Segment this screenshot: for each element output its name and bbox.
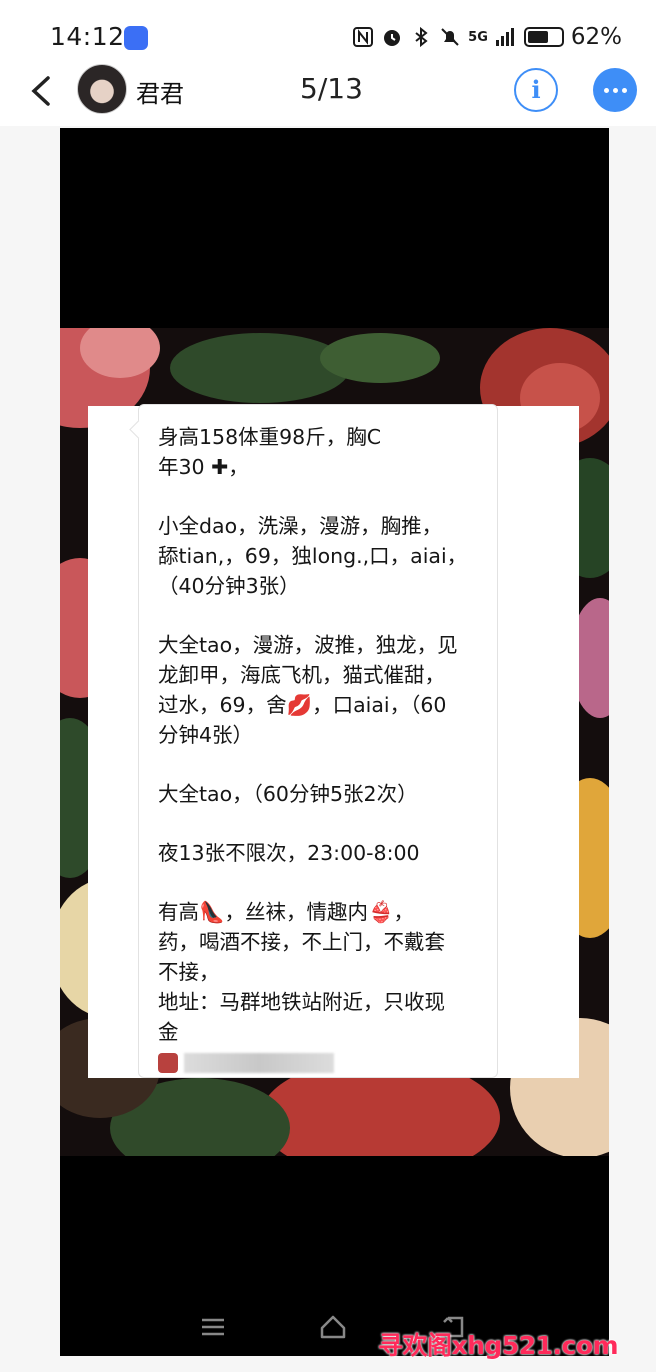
signal-icon — [495, 28, 514, 46]
message-line: 药，喝酒不接，不上门，不戴套 — [158, 930, 445, 954]
message-line: 年30 ✚， — [158, 455, 249, 479]
message-line: 有高👠，丝袜，情趣内👙， — [158, 900, 415, 924]
home-icon[interactable] — [318, 1312, 348, 1342]
screenshot-chat: 身高158体重98斤，胸C 年30 ✚， 小全dao，洗澡，漫游，胸推， 舔ti… — [60, 328, 609, 1156]
phone-line — [158, 1047, 484, 1077]
info-icon: i — [531, 75, 541, 104]
info-button[interactable]: i — [514, 68, 558, 112]
message-line: 过水，69，舍💋，口aiai，（60 — [158, 693, 447, 717]
status-time: 14:12 — [50, 22, 125, 51]
message-line: 分钟4张） — [158, 723, 254, 747]
more-options-button[interactable] — [593, 68, 637, 112]
message-text: 身高158体重98斤，胸C 年30 ✚， 小全dao，洗澡，漫游，胸推， 舔ti… — [158, 422, 484, 1077]
message-line: 大全tao，（60分钟5张2次） — [158, 782, 418, 806]
message-line: 身高158体重98斤，胸C — [158, 425, 382, 449]
avatar[interactable] — [77, 64, 127, 114]
back-button[interactable] — [26, 72, 58, 110]
dot-icon — [603, 87, 609, 93]
message-line: 舔tian,，69，独long.,口，aiai， — [158, 544, 468, 568]
bluetooth-icon — [415, 26, 428, 48]
message-line: （40分钟3张） — [158, 574, 300, 598]
redacted-phone-number — [184, 1053, 334, 1073]
nfc-icon — [353, 27, 374, 47]
status-icons: 5G 62% — [352, 24, 622, 50]
contact-name: 君君 — [136, 80, 184, 108]
telephone-icon — [158, 1053, 178, 1073]
message-line: 金 — [158, 1020, 179, 1044]
status-bar: 14:12 5G 62% — [0, 0, 656, 60]
message-line: 大全tao，漫游，波推，独龙，见 — [158, 633, 458, 657]
watermark: 寻欢阁xhg521.com — [378, 1331, 619, 1360]
alarm-icon — [384, 30, 401, 46]
message-line: 地址：马群地铁站附近，只收现 — [158, 990, 445, 1014]
app-notification-icon — [124, 26, 148, 50]
message-line: 小全dao，洗澡，漫游，胸推， — [158, 514, 443, 538]
viewer-header: 君君 5/13 i — [0, 60, 656, 126]
menu-icon[interactable] — [198, 1312, 228, 1342]
network-type: 5G — [468, 29, 488, 45]
page-counter: 5/13 — [300, 72, 363, 105]
battery-percent: 62% — [570, 24, 622, 50]
message-line: 不接， — [158, 960, 220, 984]
dot-icon — [621, 87, 627, 93]
dot-icon — [612, 87, 618, 93]
message-line: 夜13张不限次，23:00-8:00 — [158, 841, 420, 865]
message-line: 龙卸甲，海底飞机，猫式催甜， — [158, 663, 445, 687]
mute-icon — [441, 28, 459, 46]
battery-icon — [523, 27, 564, 47]
